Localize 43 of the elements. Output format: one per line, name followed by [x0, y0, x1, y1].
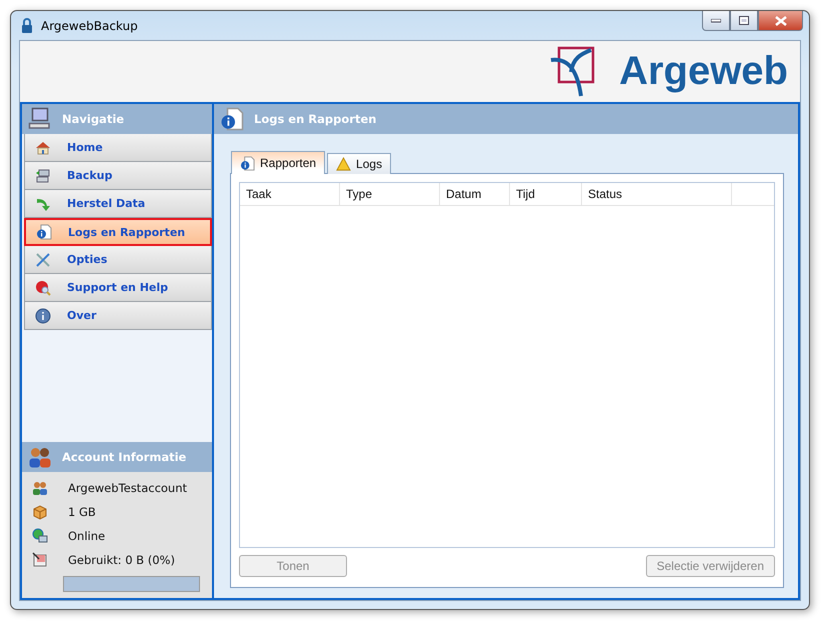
column-header[interactable]: Datum: [446, 187, 482, 201]
panel-title: Logs en Rapporten: [254, 112, 376, 126]
globe-computer-icon: [32, 528, 48, 544]
column-header[interactable]: Taak: [246, 187, 272, 201]
nav-item[interactable]: Support en Help: [24, 274, 212, 302]
lock-icon: [19, 18, 35, 34]
tab[interactable]: Logs: [327, 153, 392, 174]
computer-icon: [28, 107, 52, 131]
close-icon: [774, 16, 786, 26]
maximize-button[interactable]: [730, 11, 758, 31]
nav-item[interactable]: Opties: [24, 246, 212, 274]
account-info-text: ArgewebTestaccount: [68, 481, 188, 495]
window-title: ArgewebBackup: [41, 18, 138, 32]
close-button[interactable]: [758, 11, 803, 31]
info-document-icon: [36, 224, 52, 240]
nav-item[interactable]: Logs en Rapporten: [24, 218, 212, 246]
account-info-text: Gebruikt: 0 B (0%): [68, 553, 175, 567]
account-info-text: Online: [68, 529, 106, 543]
house-icon: [35, 140, 51, 156]
nav-item[interactable]: Backup: [24, 162, 212, 190]
maximize-icon: [739, 16, 749, 25]
info-document-icon: [220, 107, 244, 131]
minimize-icon: [711, 18, 721, 22]
column-header[interactable]: Type: [346, 187, 372, 201]
help-icon: [35, 280, 51, 296]
users-icon: [28, 445, 52, 469]
column-header[interactable]: Tijd: [516, 187, 535, 201]
box-icon: [32, 504, 48, 520]
logo-wordmark: Argeweb: [619, 49, 788, 94]
nav-item[interactable]: Home: [24, 134, 212, 162]
tools-icon: [35, 252, 51, 268]
tab[interactable]: Rapporten: [231, 151, 326, 174]
account-info-text: 1 GB: [68, 505, 96, 519]
computers-icon: [35, 168, 51, 184]
info-icon: [35, 308, 51, 324]
account-title: Account Informatie: [62, 450, 186, 464]
nav-item[interactable]: Over: [24, 302, 212, 330]
info-document-icon: [240, 156, 255, 170]
column-header[interactable]: Status: [588, 187, 622, 201]
minimize-button[interactable]: [702, 11, 730, 31]
navigation-title: Navigatie: [62, 112, 124, 126]
nav-item[interactable]: Herstel Data: [24, 190, 212, 218]
users-icon: [32, 480, 48, 496]
